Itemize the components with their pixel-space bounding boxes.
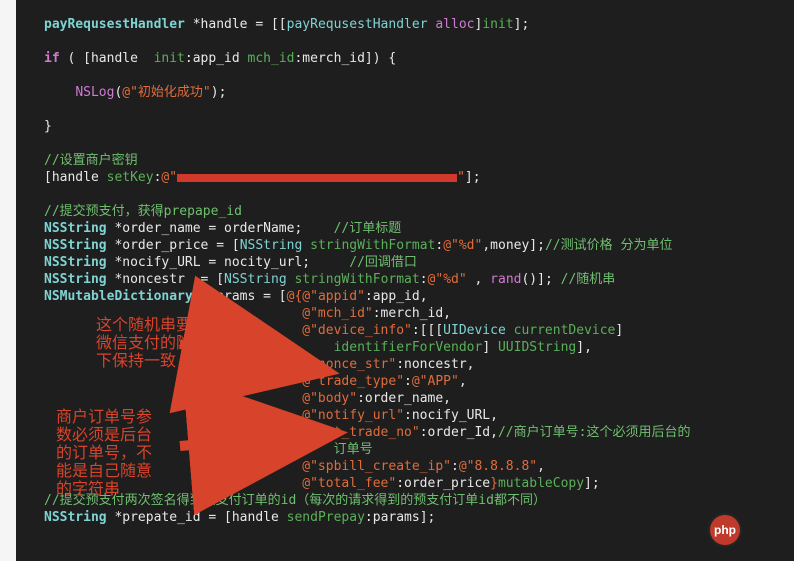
- token: NSLog: [75, 85, 114, 100]
- token: :order_price: [396, 476, 490, 491]
- token: @{: [287, 289, 303, 304]
- token: *params = [: [193, 289, 287, 304]
- token: ()];: [521, 272, 560, 287]
- token: ],: [576, 340, 592, 355]
- token: @"初始化成功": [122, 85, 210, 100]
- comment: //回调借口: [349, 255, 417, 270]
- token: :params];: [365, 510, 435, 525]
- token: stringWithFormat: [294, 272, 419, 287]
- token: :order_name,: [357, 391, 451, 406]
- token: NSString: [44, 255, 107, 270]
- token: mutableCopy: [498, 476, 584, 491]
- token: :order_Id,: [420, 425, 498, 440]
- token: init: [482, 17, 513, 32]
- token: NSString: [44, 510, 107, 525]
- comment: //提交预支付两次签名得到预支付订单的id（每次的请求得到的预支付订单id都不同…: [44, 493, 546, 508]
- token: payRequsestHandler: [44, 17, 185, 32]
- token: @"trade_type": [302, 374, 404, 389]
- token: @"%d": [428, 272, 467, 287]
- token: NSString: [240, 238, 303, 253]
- token: @"%d": [443, 238, 482, 253]
- comment: //设置商户密钥: [44, 153, 138, 168]
- token: @"body": [302, 391, 357, 406]
- token: payRequsestHandler: [287, 17, 428, 32]
- token: ];: [465, 170, 481, 185]
- token: @"APP": [412, 374, 459, 389]
- token: :app_id,: [365, 289, 428, 304]
- token: if: [44, 51, 60, 66]
- token: *prepate_id = [handle: [107, 510, 287, 525]
- token: *order_name = orderName;: [107, 221, 334, 236]
- token: [506, 323, 514, 338]
- token: :noncestr,: [396, 357, 474, 372]
- token: :merch_id]) {: [294, 51, 396, 66]
- token: @": [161, 170, 177, 185]
- token: :: [420, 272, 428, 287]
- token: :[[[: [412, 323, 443, 338]
- token: :: [404, 374, 412, 389]
- token: NSMutableDictionary: [44, 289, 193, 304]
- token: stringWithFormat: [310, 238, 435, 253]
- token: UUIDString: [498, 340, 576, 355]
- comment: //订单标题: [334, 221, 402, 236]
- token: :app_id: [185, 51, 248, 66]
- token: *noncestr = [: [107, 272, 224, 287]
- token: ]: [482, 340, 498, 355]
- token: rand: [490, 272, 521, 287]
- token: ,: [467, 272, 490, 287]
- comment: 订单号: [334, 442, 373, 457]
- token: :: [451, 459, 459, 474]
- php-logo-icon: php: [710, 515, 740, 545]
- token: [302, 238, 310, 253]
- comment: //随机串: [561, 272, 616, 287]
- token: ,: [459, 374, 467, 389]
- token: @"nonce_str": [302, 357, 396, 372]
- token: ": [457, 170, 465, 185]
- token: setKey: [107, 170, 154, 185]
- token: *handle = [[: [185, 17, 287, 32]
- token: init: [154, 51, 185, 66]
- token: [handle: [44, 170, 107, 185]
- token: alloc: [435, 17, 474, 32]
- token: *order_price = [: [107, 238, 240, 253]
- token: NSString: [224, 272, 287, 287]
- token: }: [44, 119, 52, 134]
- token: @"out_trade_no": [302, 425, 419, 440]
- token: @"spbill_create_ip": [302, 459, 451, 474]
- token: @"mch_id": [302, 306, 372, 321]
- redacted-secret: [177, 174, 457, 182]
- token: mch_id: [248, 51, 295, 66]
- token: NSString: [44, 272, 107, 287]
- token: identifierForVendor: [334, 340, 483, 355]
- code-block: payRequsestHandler *handle = [[payRequse…: [16, 0, 794, 542]
- token: @"device_info": [302, 323, 412, 338]
- token: ,: [537, 459, 545, 474]
- comment: //测试价格 分为单位: [545, 238, 672, 253]
- token: @"notify_url": [302, 408, 404, 423]
- token: :merch_id,: [373, 306, 451, 321]
- token: NSString: [44, 238, 107, 253]
- token: ];: [514, 17, 530, 32]
- token: @"total_fee": [302, 476, 396, 491]
- token: currentDevice: [514, 323, 616, 338]
- comment: //提交预支付，获得prepape_id: [44, 204, 242, 219]
- token: @"8.8.8.8": [459, 459, 537, 474]
- token: sendPrepay: [287, 510, 365, 525]
- token: ];: [584, 476, 600, 491]
- token: UIDevice: [443, 323, 506, 338]
- token: *nocify_URL = nocity_url;: [107, 255, 350, 270]
- token: ]: [615, 323, 623, 338]
- token: NSString: [44, 221, 107, 236]
- token: }: [490, 476, 498, 491]
- token: @"appid": [302, 289, 365, 304]
- token: ( [handle: [60, 51, 154, 66]
- token: :nocify_URL,: [404, 408, 498, 423]
- token: ,money];: [482, 238, 545, 253]
- code-screenshot: payRequsestHandler *handle = [[payRequse…: [0, 0, 794, 561]
- editor-gutter: [0, 0, 16, 561]
- token: );: [211, 85, 227, 100]
- comment: //商户订单号:这个必须用后台的: [498, 425, 690, 440]
